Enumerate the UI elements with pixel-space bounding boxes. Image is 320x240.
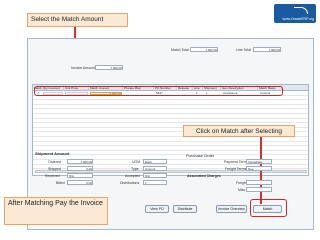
invoice-amount-label: Invoice Amount [71, 66, 95, 70]
logo-text: www.OracleERP.org [282, 17, 314, 21]
shipped-field[interactable]: 0.00 [67, 166, 93, 171]
site-logo: www.OracleERP.org [274, 4, 316, 23]
type-field[interactable]: Amount [143, 166, 167, 171]
misc-label: Misc [238, 188, 246, 192]
misc-field[interactable] [246, 187, 272, 192]
billed-field[interactable]: 0.00 [67, 180, 93, 185]
shipment-amount-heading: Shipment Amount [35, 151, 70, 156]
purchase-order-heading: Purchase Order [186, 153, 215, 158]
accepted-label: Accepted [125, 174, 140, 178]
accepted-field[interactable]: N/A [143, 173, 167, 178]
highlight-selected-row [34, 86, 283, 96]
wave-icon [294, 7, 308, 14]
invoice-overview-button[interactable]: Invoice Overview [216, 205, 247, 213]
callout-click-text: Click on Match after Selecting [196, 128, 282, 135]
distributions-field[interactable]: 1 [143, 180, 167, 185]
ordered-field[interactable]: 7,000.00 [67, 159, 93, 164]
uom-field[interactable]: Each [143, 159, 167, 164]
callout-select-match-amount: Select the Match Amount [27, 13, 128, 27]
match-total-label: Match Total [171, 48, 189, 52]
freight-terms-label: Freight Terms [225, 167, 247, 171]
freight-terms-field[interactable]: Due [246, 166, 272, 171]
type-label: Type [131, 167, 139, 171]
line-total-field[interactable]: 7,000.00 [253, 47, 281, 52]
highlight-match-button [250, 199, 287, 217]
received-label: Received [45, 174, 60, 178]
shipped-label: Shipped [48, 167, 61, 171]
billed-label: Billed [56, 181, 65, 185]
distributions-label: Distributions [120, 181, 140, 185]
callout-select-text: Select the Match Amount [31, 16, 104, 23]
callout-after-matching: After Matching Pay the Invoice [4, 197, 108, 225]
distribute-button[interactable]: Distribute [173, 205, 197, 213]
match-total-field[interactable]: 7,000.00 [190, 47, 218, 52]
freight-field[interactable] [246, 180, 272, 185]
payment-terms-field[interactable]: Immediate [246, 159, 272, 164]
ordered-label: Ordered [48, 160, 61, 164]
callout-click-match: Click on Match after Selecting [183, 125, 295, 137]
invoice-amount-field[interactable]: 7,000.00 [95, 65, 123, 70]
received-field[interactable]: N/A [67, 173, 93, 178]
view-po-button[interactable]: View PO [145, 205, 169, 213]
uom-label: UOM [132, 160, 141, 164]
associated-charges-label: Associated Charges [187, 174, 221, 178]
payment-terms-label: Payment Terms [224, 160, 249, 164]
line-total-label: Line Total [236, 48, 251, 52]
callout-after-text: After Matching Pay the Invoice [8, 200, 103, 207]
